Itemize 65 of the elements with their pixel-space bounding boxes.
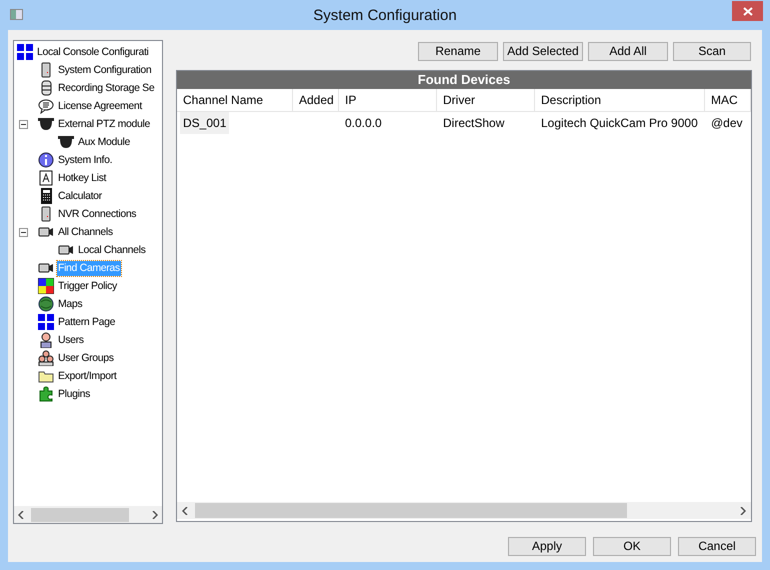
tree-item[interactable]: User Groups bbox=[57, 350, 115, 366]
tree-item[interactable]: Local Channels bbox=[77, 242, 146, 258]
column-header[interactable]: Added bbox=[299, 91, 334, 109]
scroll-right-icon bbox=[152, 510, 158, 518]
horizontal-scrollbar[interactable] bbox=[177, 502, 751, 519]
tree-item[interactable]: License Agreement bbox=[57, 98, 143, 114]
close-icon bbox=[742, 6, 752, 16]
tree-item[interactable]: Hotkey List bbox=[57, 170, 108, 186]
apply-button[interactable]: Apply bbox=[508, 537, 586, 556]
table-cell-text: @dev bbox=[710, 114, 744, 132]
collapse-icon[interactable] bbox=[19, 228, 28, 237]
app-icon bbox=[10, 9, 23, 20]
tree-item[interactable]: Plugins bbox=[57, 386, 91, 402]
scrollbar-thumb[interactable] bbox=[31, 508, 129, 522]
add-all-button[interactable]: Add All bbox=[588, 42, 668, 61]
speech-bubble-icon bbox=[38, 98, 54, 114]
user-group-icon bbox=[38, 350, 54, 366]
tree-item[interactable]: All Channels bbox=[57, 224, 114, 240]
tree-item[interactable]: Trigger Policy bbox=[57, 278, 118, 294]
column-header[interactable]: Driver bbox=[443, 91, 475, 109]
column-header[interactable]: IP bbox=[345, 91, 356, 109]
column-header[interactable]: Channel Name bbox=[183, 91, 264, 109]
calculator-icon bbox=[38, 188, 54, 204]
four-squares-icon bbox=[38, 278, 54, 294]
close-button[interactable] bbox=[732, 1, 763, 21]
puzzle-piece-icon bbox=[38, 386, 54, 402]
tree-item[interactable]: Recording Storage Se bbox=[57, 80, 156, 96]
table-title: Found Devices bbox=[177, 71, 751, 89]
grid-icon bbox=[17, 44, 33, 60]
scroll-left-icon bbox=[18, 510, 24, 518]
tree-item[interactable]: Local Console Configurati bbox=[36, 44, 150, 60]
table-cell-text: DirectShow bbox=[442, 114, 506, 132]
cancel-button[interactable]: Cancel bbox=[678, 537, 756, 556]
add-selected-button[interactable]: Add Selected bbox=[503, 42, 583, 61]
user-icon bbox=[38, 332, 54, 348]
column-header[interactable]: MAC bbox=[711, 91, 738, 109]
tree-item[interactable]: System Configuration bbox=[57, 62, 152, 78]
rename-button[interactable]: Rename bbox=[418, 42, 498, 61]
tree-item[interactable]: External PTZ module bbox=[57, 116, 151, 132]
info-icon bbox=[38, 152, 54, 168]
tree-item[interactable]: Users bbox=[57, 332, 85, 348]
scroll-right-icon bbox=[740, 506, 746, 514]
grid-icon bbox=[38, 314, 54, 330]
keyboard-key-icon bbox=[38, 170, 54, 186]
tree-item[interactable]: Export/Import bbox=[57, 368, 118, 384]
window-title: System Configuration bbox=[313, 6, 457, 26]
scan-button[interactable]: Scan bbox=[673, 42, 751, 61]
scrollbar-thumb[interactable] bbox=[195, 503, 627, 518]
tree-item[interactable]: Calculator bbox=[57, 188, 103, 204]
tree-item[interactable]: Aux Module bbox=[77, 134, 131, 150]
column-header[interactable]: Description bbox=[541, 91, 602, 109]
tree-item[interactable]: Maps bbox=[57, 296, 84, 312]
tree-item[interactable]: Pattern Page bbox=[57, 314, 116, 330]
table-cell: DS_001 bbox=[180, 112, 230, 134]
dome-camera-icon bbox=[58, 134, 74, 150]
dome-camera-icon bbox=[38, 116, 54, 132]
tree-item[interactable]: NVR Connections bbox=[57, 206, 138, 222]
collapse-icon[interactable] bbox=[19, 120, 28, 129]
scroll-left-icon bbox=[182, 506, 188, 514]
table-cell-text: Logitech QuickCam Pro 9000 bbox=[540, 114, 699, 132]
globe-icon bbox=[38, 296, 54, 312]
tree-item[interactable]: System Info. bbox=[57, 152, 114, 168]
table-cell-text: 0.0.0.0 bbox=[344, 114, 383, 132]
ok-button[interactable]: OK bbox=[593, 537, 671, 556]
horizontal-scrollbar[interactable] bbox=[14, 506, 162, 523]
